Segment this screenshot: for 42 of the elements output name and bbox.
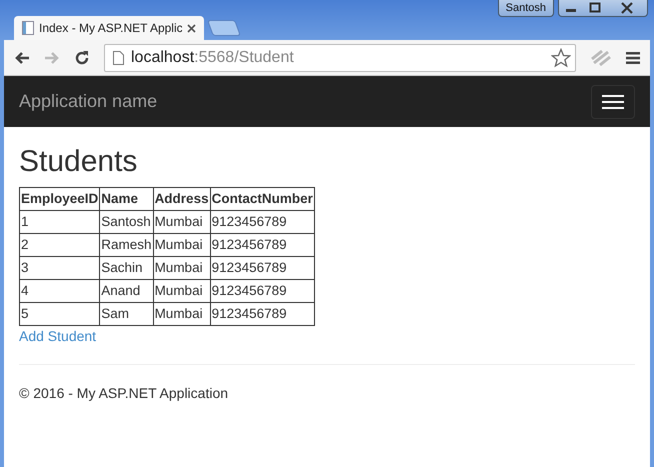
brand-link[interactable]: Application name xyxy=(19,91,158,112)
add-student-link[interactable]: Add Student xyxy=(19,328,635,344)
table-cell: 2 xyxy=(20,234,100,256)
reload-icon[interactable] xyxy=(74,50,90,66)
table-cell: 9123456789 xyxy=(210,234,314,256)
footer-text: © 2016 - My ASP.NET Application xyxy=(19,385,230,401)
close-icon[interactable] xyxy=(187,24,196,32)
table-cell: 5 xyxy=(20,302,100,326)
user-profile-button[interactable]: Santosh xyxy=(498,0,554,17)
table-cell: 9123456789 xyxy=(210,280,314,302)
table-cell: 9123456789 xyxy=(210,302,314,326)
menu-toggle-button[interactable] xyxy=(591,84,635,118)
table-cell: Mumbai xyxy=(153,280,210,302)
table-cell: 3 xyxy=(20,256,100,280)
menu-icon xyxy=(602,94,624,110)
table-cell: Mumbai xyxy=(153,234,210,256)
column-header: ContactNumber xyxy=(210,188,314,210)
address-bar[interactable]: localhost:5568/Student xyxy=(104,44,576,72)
table-cell: Sam xyxy=(100,302,154,326)
table-cell: Sachin xyxy=(100,256,154,280)
table-cell: 4 xyxy=(20,280,100,302)
table-cell: Santosh xyxy=(100,210,154,234)
table-cell: Mumbai xyxy=(153,256,210,280)
table-cell: Anand xyxy=(100,280,154,302)
column-header: EmployeeID xyxy=(20,188,100,210)
page-heading: Students xyxy=(19,145,138,179)
star-icon[interactable] xyxy=(551,48,571,68)
menu-icon[interactable] xyxy=(626,50,640,64)
table-cell: 1 xyxy=(20,210,100,234)
page-icon xyxy=(113,50,124,64)
table-cell: Mumbai xyxy=(153,210,210,234)
column-header: Address xyxy=(153,188,210,210)
table-cell: 9123456789 xyxy=(210,256,314,280)
browser-tab[interactable]: Index - My ASP.NET Applic xyxy=(14,16,204,40)
table-cell: 9123456789 xyxy=(210,210,314,234)
column-header: Name xyxy=(100,188,154,210)
page-icon xyxy=(22,21,34,35)
table-cell: Mumbai xyxy=(153,302,210,326)
back-arrow-icon[interactable] xyxy=(14,50,30,64)
url-path: :5568/Student xyxy=(194,48,294,66)
table-cell: Ramesh xyxy=(100,234,154,256)
url-host: localhost xyxy=(131,48,194,66)
